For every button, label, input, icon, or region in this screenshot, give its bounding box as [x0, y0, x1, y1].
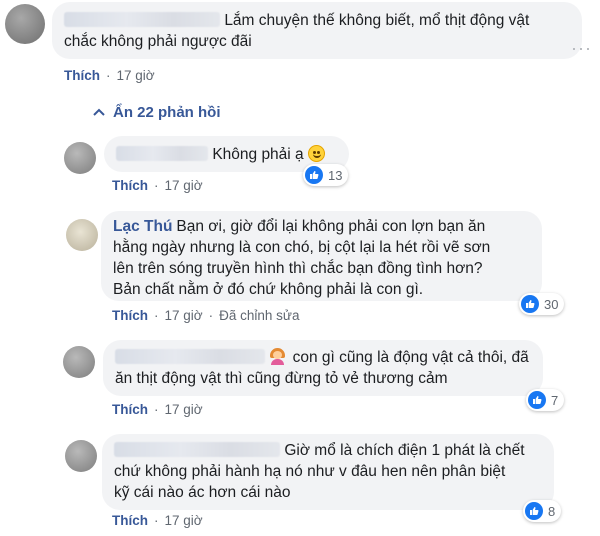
like-icon	[521, 295, 539, 313]
reply-avatar[interactable]	[64, 142, 96, 174]
reply-actions: Thích · 17 giờ	[112, 513, 203, 528]
comment-text-line1: Lắm chuyện thế không biết, mổ thịt động …	[224, 12, 530, 29]
comment-actions: Thích · 17 giờ	[64, 68, 155, 83]
reply-bubble: con gì cũng là động vật cả thôi, đã ăn t…	[103, 340, 543, 396]
reply-text-line1: Giờ mổ là chích điện 1 phát là chết	[284, 442, 525, 459]
comment-bubble: Lắm chuyện thế không biết, mổ thịt động …	[52, 2, 582, 59]
reaction-count: 7	[551, 392, 559, 408]
reply-avatar[interactable]	[63, 346, 95, 378]
reply-actions: Thích · 17 giờ	[112, 402, 203, 417]
reaction-count-badge[interactable]: 13	[303, 164, 349, 186]
smile-emoji-icon	[307, 145, 325, 162]
reply-text-line2: hằng ngày nhưng là con chó, bị cột lại l…	[113, 239, 491, 256]
reaction-count: 8	[548, 503, 556, 519]
blurred-username	[116, 146, 208, 161]
reply-text-line3: kỹ cái nào ác hơn cái nào	[114, 484, 291, 501]
comment-time[interactable]: 17 giờ	[117, 68, 155, 83]
like-icon	[525, 502, 543, 520]
reply-text: Không phải ạ	[212, 146, 304, 163]
blurred-username	[64, 12, 220, 27]
comment-text-line2: chắc không phải ngược đãi	[64, 33, 252, 50]
reply-text-line2: ăn thịt động vật thì cũng đừng tỏ vẻ thư…	[115, 370, 448, 387]
reaction-count-badge[interactable]: 7	[526, 389, 565, 411]
reply-avatar[interactable]	[66, 219, 98, 251]
like-link[interactable]: Thích	[112, 308, 148, 323]
reply-actions: Thích · 17 giờ	[112, 178, 203, 193]
person-emoji-icon	[269, 348, 286, 365]
reply-text-line2: chứ không phải hành hạ nó như v đâu hen …	[114, 463, 506, 480]
reply-avatar[interactable]	[65, 440, 97, 472]
reply-actions: Thích · 17 giờ · Đã chỉnh sửa	[112, 308, 300, 323]
reply-time[interactable]: 17 giờ	[165, 308, 203, 323]
hide-replies-button[interactable]: Ẩn 22 phản hồi	[93, 104, 221, 121]
reply-time[interactable]: 17 giờ	[165, 513, 203, 528]
like-link[interactable]: Thích	[112, 178, 148, 193]
reply-bubble: Giờ mổ là chích điện 1 phát là chết chứ …	[102, 434, 554, 510]
commenter-avatar[interactable]	[5, 4, 45, 44]
reaction-count: 13	[328, 167, 343, 183]
hide-replies-label[interactable]: Ẩn 22 phản hồi	[113, 104, 221, 121]
arrow-up-icon	[93, 108, 105, 116]
reply-text-line1: Bạn ơi, giờ đổi lại không phải con lợn b…	[176, 218, 486, 235]
reply-time[interactable]: 17 giờ	[165, 402, 203, 417]
like-link[interactable]: Thích	[112, 513, 148, 528]
like-icon	[528, 391, 546, 409]
reply-author[interactable]: Lạc Thú	[113, 218, 172, 235]
more-dots-icon[interactable]: ···	[571, 38, 592, 59]
blurred-username	[114, 442, 280, 457]
reply-text-line3: lên trên sóng truyền hình thì chắc bạn đ…	[113, 260, 483, 277]
like-link[interactable]: Thích	[112, 402, 148, 417]
reaction-count-badge[interactable]: 30	[519, 293, 565, 315]
reply-bubble: Lạc Thú Bạn ơi, giờ đổi lại không phải co…	[101, 211, 542, 301]
reply-text-line1: con gì cũng là động vật cả thôi, đã	[292, 349, 529, 366]
edited-label[interactable]: Đã chỉnh sửa	[219, 308, 299, 323]
like-icon	[305, 166, 323, 184]
blurred-username	[115, 349, 265, 364]
reply-time[interactable]: 17 giờ	[165, 178, 203, 193]
reaction-count-badge[interactable]: 8	[523, 500, 562, 522]
reaction-count: 30	[544, 296, 559, 312]
reply-text-line4: Bản chất nằm ở đó chứ không phải là con …	[113, 281, 424, 298]
like-link[interactable]: Thích	[64, 68, 100, 83]
